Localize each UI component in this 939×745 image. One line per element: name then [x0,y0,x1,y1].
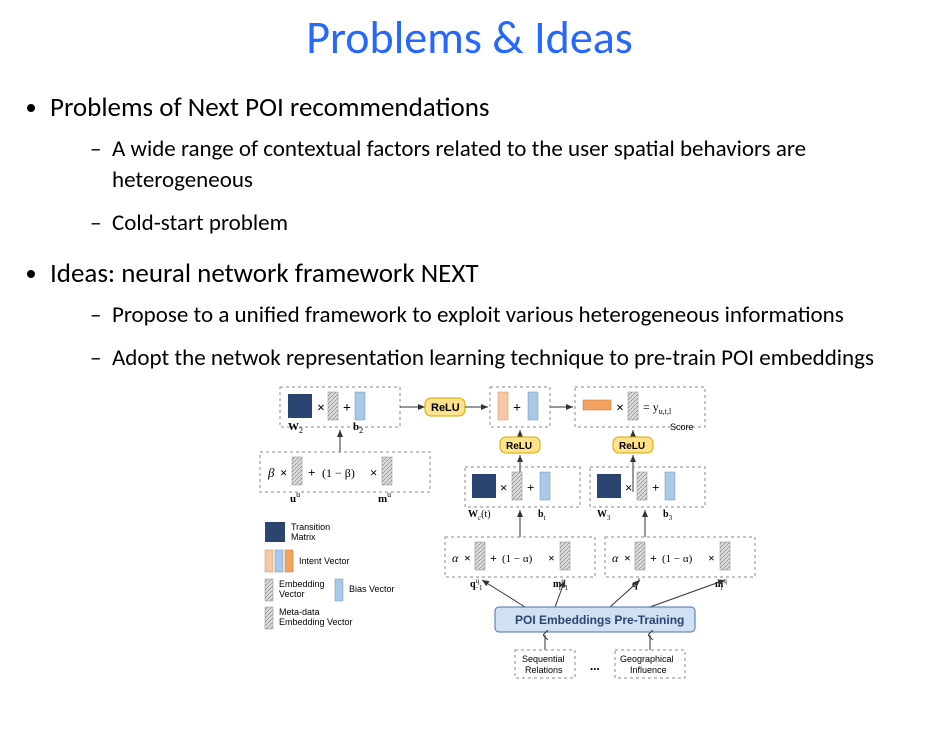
svg-text:α: α [612,551,619,565]
sub-list: A wide range of contextual factors relat… [50,134,919,239]
svg-text:= yu,t,l: = yu,t,l [643,400,672,416]
svg-text:Vector: Vector [279,589,305,599]
architecture-diagram: × + W2 b2 ReLU + × = yu,t,l Score β × + … [250,382,919,687]
svg-text:mu: mu [378,490,391,505]
bullet-text: Problems of Next POI recommendations [50,91,489,124]
svg-text:ReLU: ReLU [619,441,645,452]
bullet-list: Problems of Next POI recommendations A w… [20,91,919,374]
svg-text:α: α [452,551,459,565]
svg-text:+: + [652,480,659,495]
slide-title: Problems & Ideas [20,10,919,66]
sub-item: A wide range of contextual factors relat… [90,134,919,196]
svg-text:×: × [370,465,377,480]
svg-text:ReLU: ReLU [506,441,532,452]
svg-text:Intent Vector: Intent Vector [299,556,350,566]
svg-text:Matrix: Matrix [291,532,316,542]
svg-text:+: + [308,465,315,480]
svg-text:×: × [317,401,325,416]
svg-text:×: × [280,465,287,480]
svg-text:+: + [490,551,497,565]
svg-text:×: × [548,551,555,565]
svg-text:Bias Vector: Bias Vector [349,584,395,594]
svg-text:+: + [513,401,521,416]
svg-text:ReLU: ReLU [431,402,460,414]
svg-text:mql: mql [715,577,727,592]
svg-text:(1 − α): (1 − α) [502,553,533,565]
svg-text:+: + [343,401,351,416]
svg-text:×: × [624,551,631,565]
svg-text:×: × [500,480,507,495]
svg-text:Influence: Influence [630,665,667,675]
svg-text:...: ... [590,658,600,673]
sub-list: Propose to a unified framework to exploi… [50,300,919,374]
svg-text:Embedding Vector: Embedding Vector [279,617,353,627]
svg-text:qqi−1: qqi−1 [470,577,483,592]
svg-text:×: × [625,480,632,495]
sub-item: Propose to a unified framework to exploi… [90,300,919,331]
svg-text:×: × [708,551,715,565]
svg-text:+: + [650,551,657,565]
svg-text:W3: W3 [597,509,611,522]
svg-text:POI Embeddings Pre-Training: POI Embeddings Pre-Training [515,613,684,627]
svg-text:Transition: Transition [291,522,330,532]
svg-text:β: β [267,465,275,480]
svg-text:uu: uu [290,490,300,505]
svg-text:b3: b3 [663,509,673,522]
svg-text:Embedding: Embedding [279,579,325,589]
svg-text:W2: W2 [288,421,303,435]
svg-text:(1 − β): (1 − β) [322,466,355,480]
svg-text:×: × [464,551,471,565]
bullet-problems: Problems of Next POI recommendations A w… [50,91,919,239]
svg-text:bt: bt [538,509,547,522]
svg-text:b2: b2 [353,421,363,435]
svg-text:×: × [616,401,624,416]
svg-text:Sequential: Sequential [522,654,565,664]
svg-text:+: + [527,480,534,495]
svg-text:(1 − α): (1 − α) [662,553,693,565]
svg-text:Score: Score [670,422,694,432]
bullet-text: Ideas: neural network framework NEXT [50,257,479,290]
bullet-ideas: Ideas: neural network framework NEXT Pro… [50,257,919,374]
svg-text:Relations: Relations [525,665,563,675]
svg-text:Geographical: Geographical [620,654,674,664]
svg-text:Wc(t): Wc(t) [468,509,491,522]
sub-item: Cold-start problem [90,208,919,239]
svg-text:Meta-data: Meta-data [279,607,320,617]
sub-item: Adopt the netwok representation learning… [90,343,919,374]
